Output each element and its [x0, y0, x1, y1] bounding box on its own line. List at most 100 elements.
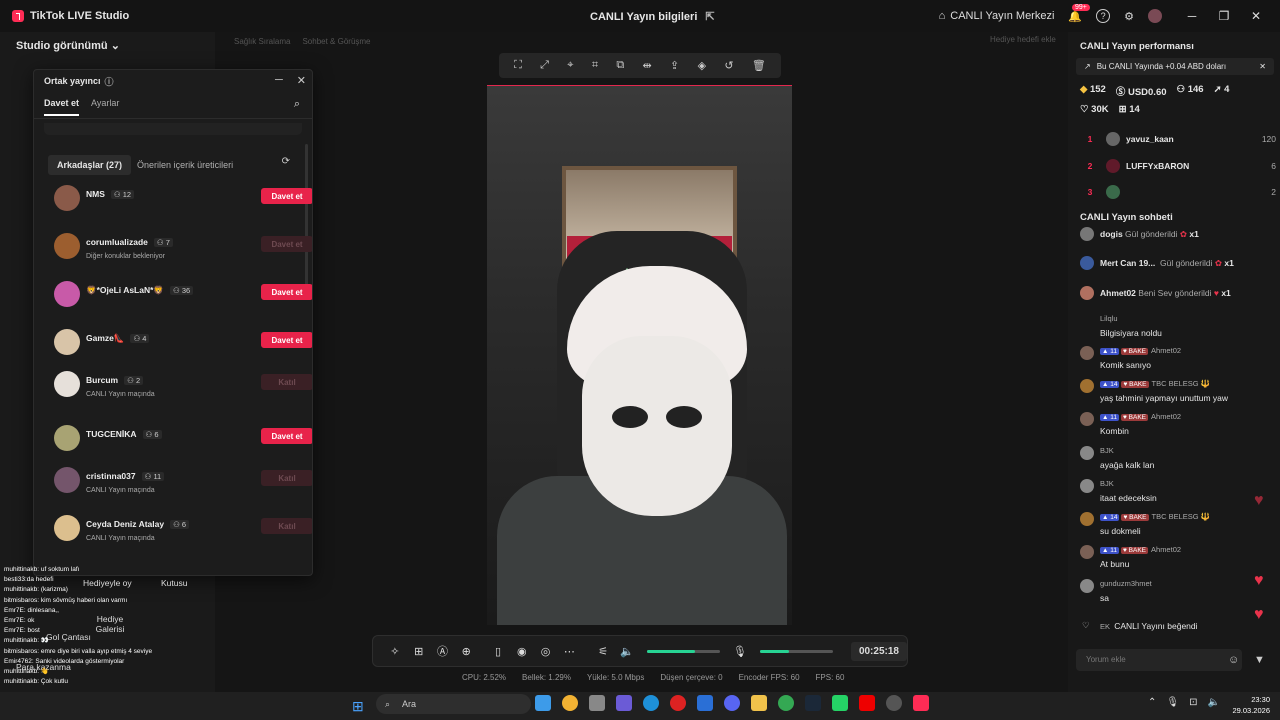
- magic-icon[interactable]: ✧: [383, 645, 407, 658]
- fit-icon[interactable]: ⤢: [540, 59, 549, 72]
- speaker-icon[interactable]: 🔈: [615, 645, 639, 658]
- obs-icon[interactable]: [886, 695, 902, 711]
- avatar: [54, 467, 80, 493]
- volume-icon[interactable]: 🔈: [1207, 697, 1219, 708]
- ai-icon[interactable]: Ⓐ: [431, 643, 455, 659]
- minimize-button[interactable]: ─: [1176, 9, 1208, 23]
- avatar: [1080, 412, 1094, 426]
- close-window-button[interactable]: ✕: [1240, 9, 1272, 23]
- ranking-row[interactable]: 32: [1080, 182, 1276, 202]
- translate-icon[interactable]: ⊞: [407, 645, 431, 658]
- youtube-icon[interactable]: [859, 695, 875, 711]
- maximize-button[interactable]: ❐: [1208, 9, 1240, 23]
- refresh-icon[interactable]: ⟳: [282, 156, 290, 167]
- live-info-title[interactable]: CANLI Yayın bilgileri ⇱: [590, 10, 715, 23]
- bg-tab-1[interactable]: Sağlık Sıralama: [234, 37, 290, 46]
- teams-icon[interactable]: [616, 695, 632, 711]
- whatsapp-icon[interactable]: [832, 695, 848, 711]
- notification-icon[interactable]: 🔔: [1068, 10, 1082, 23]
- rank-number: 2: [1087, 161, 1093, 171]
- avatar: [54, 425, 80, 451]
- gift-goal-link[interactable]: Hediye hedefi ekle: [990, 35, 1056, 44]
- edit-icon[interactable]: ⇱: [705, 10, 714, 23]
- filter-icon[interactable]: ▼: [1254, 654, 1265, 666]
- invite-button-disabled[interactable]: Davet et: [261, 236, 312, 252]
- level-badge: ▲ 11: [1100, 414, 1119, 421]
- invite-button[interactable]: Davet et: [261, 428, 312, 444]
- widgets-icon[interactable]: [535, 695, 551, 711]
- invite-button[interactable]: Davet et: [261, 188, 312, 204]
- system-clock[interactable]: 23:30 29.03.2026: [1232, 694, 1270, 716]
- steam-icon[interactable]: [805, 695, 821, 711]
- chat-text: su dokmeli: [1100, 526, 1141, 536]
- studio-view-dropdown[interactable]: Studio görünümü ⌄: [16, 39, 120, 52]
- scrollbar[interactable]: [305, 144, 308, 286]
- join-button[interactable]: Katıl: [261, 518, 312, 534]
- ranking-row[interactable]: 1 yavuz_kaan 120: [1080, 129, 1276, 149]
- center-icon[interactable]: ⌖: [567, 59, 573, 72]
- tiktok-live-icon[interactable]: [913, 695, 929, 711]
- audio-settings-icon[interactable]: ⚟: [591, 645, 615, 658]
- chrome-alt-icon[interactable]: [778, 695, 794, 711]
- tab-friends[interactable]: Arkadaşlar (27): [48, 155, 132, 175]
- fullscreen-icon[interactable]: ⛶: [514, 59, 522, 72]
- friend-status: Diğer konuklar bekleniyor: [86, 253, 165, 260]
- modal-minimize-button[interactable]: ─: [275, 74, 283, 87]
- chevron-up-icon[interactable]: ⌃: [1148, 697, 1156, 708]
- mic-volume-slider[interactable]: [759, 649, 833, 653]
- edge-icon[interactable]: [643, 695, 659, 711]
- search-icon[interactable]: ⌕: [294, 98, 300, 111]
- camera-preview[interactable]: ꟽ: [487, 85, 792, 625]
- emoji-icon[interactable]: ☺: [1228, 654, 1239, 666]
- flip-icon[interactable]: ⇹: [643, 59, 652, 72]
- tab-invite[interactable]: Davet et: [44, 98, 80, 116]
- discord-icon[interactable]: [724, 695, 740, 711]
- windows-start-icon[interactable]: ⊞: [352, 698, 364, 715]
- layers-icon[interactable]: ◈: [698, 59, 706, 72]
- friend-name: Gamze👠 ⚇ 4: [86, 333, 150, 344]
- record-icon[interactable]: ◉: [510, 645, 534, 658]
- duplicate-icon[interactable]: ⧉: [616, 59, 624, 72]
- info-icon[interactable]: ⓘ: [105, 75, 114, 88]
- opera-icon[interactable]: [670, 695, 686, 711]
- bg-tab-2[interactable]: Sohbet & Görüşme: [302, 37, 370, 46]
- mail-icon[interactable]: [697, 695, 713, 711]
- settings-gear-icon[interactable]: ⚙: [1124, 10, 1134, 23]
- help-icon[interactable]: ?: [1096, 9, 1111, 23]
- live-timer: 00:25:18: [850, 641, 907, 661]
- taskbar-search[interactable]: ⌕ Ara: [376, 694, 531, 714]
- likes-value: 30K: [1091, 104, 1109, 115]
- speaker-volume-slider[interactable]: [646, 649, 720, 653]
- live-center-button[interactable]: ⌂ CANLI Yayın Merkezi: [939, 10, 1055, 22]
- profile-avatar[interactable]: [1148, 9, 1162, 23]
- folder-icon[interactable]: [751, 695, 767, 711]
- friend-tabs: Arkadaşlar (27) Önerilen içerik üreticil…: [48, 155, 312, 175]
- invite-button[interactable]: Davet et: [261, 284, 312, 300]
- mic-tray-icon[interactable]: 🎙: [1166, 697, 1179, 708]
- chrome-icon[interactable]: [562, 695, 578, 711]
- add-source-icon[interactable]: ⊕: [454, 645, 478, 658]
- modal-close-button[interactable]: ✕: [297, 74, 306, 87]
- banner-close-icon[interactable]: ✕: [1259, 62, 1266, 71]
- comment-input[interactable]: Yorum ekle: [1076, 649, 1242, 671]
- phone-icon[interactable]: ▯: [486, 645, 510, 658]
- store-icon[interactable]: [589, 695, 605, 711]
- microphone-icon[interactable]: 🎙: [728, 645, 752, 658]
- ranking-row[interactable]: 2 LUFFYxBARON 6: [1080, 156, 1276, 176]
- crop-icon[interactable]: ⌗: [592, 59, 598, 72]
- friend-status: CANLI Yayın maçında: [86, 487, 155, 494]
- join-button[interactable]: Katıl: [261, 374, 312, 390]
- tab-settings[interactable]: Ayarlar: [91, 98, 119, 116]
- invite-button[interactable]: Davet et: [261, 332, 312, 348]
- tab-suggested[interactable]: Önerilen içerik üreticileri: [137, 160, 233, 170]
- viewers-value: 146: [1187, 84, 1204, 95]
- modal-title: Ortak yayıncı: [44, 76, 101, 86]
- capture-icon[interactable]: ◎: [534, 645, 558, 658]
- rotate-icon[interactable]: ↺: [724, 59, 733, 72]
- chat-user-name: Ahmet02: [1151, 412, 1182, 421]
- more-icon[interactable]: ⋯: [557, 645, 581, 658]
- network-icon[interactable]: ⊡: [1189, 697, 1197, 708]
- join-button[interactable]: Katıl: [261, 470, 312, 486]
- delete-icon[interactable]: 🗑: [752, 59, 766, 72]
- layer-up-icon[interactable]: ⇪: [670, 59, 679, 72]
